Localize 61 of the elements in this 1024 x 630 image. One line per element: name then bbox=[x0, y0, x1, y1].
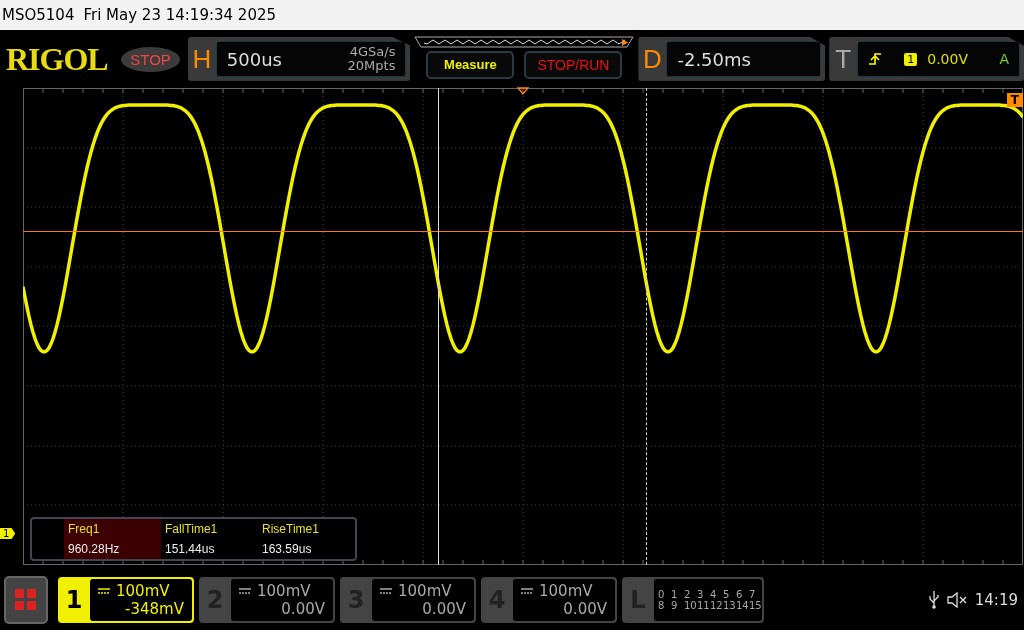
logic-bit: 4 bbox=[710, 589, 718, 600]
channel-number: 1 bbox=[64, 585, 84, 616]
channel-scale: 100mV bbox=[539, 582, 593, 600]
clock: 14:19 bbox=[974, 591, 1018, 609]
trigger-panel[interactable]: T 1 0.00V A bbox=[829, 37, 1024, 81]
stop-run-button[interactable]: STOP/RUN bbox=[524, 50, 623, 79]
logic-bit: 0 bbox=[658, 589, 666, 600]
logic-bit: 15 bbox=[749, 600, 762, 611]
trigger-source: 1 bbox=[904, 52, 918, 66]
logic-bit: 6 bbox=[736, 589, 744, 600]
dc-coupling-icon bbox=[239, 588, 251, 594]
grid-icon bbox=[15, 589, 37, 611]
trigger-position-icon bbox=[517, 87, 529, 95]
trigger-level: 0.00V bbox=[927, 51, 969, 67]
timebase-value: 500us bbox=[226, 48, 283, 70]
measurement-item[interactable]: Freq1 960.28Hz bbox=[64, 519, 161, 559]
measure-button[interactable]: Measure bbox=[426, 50, 515, 79]
trigger-level-marker: T bbox=[1006, 93, 1023, 107]
usb-icon bbox=[928, 591, 939, 609]
trigger-mode: A bbox=[999, 51, 1009, 67]
horizontal-panel[interactable]: H 500us 4GSa/s 20Mpts bbox=[187, 37, 411, 81]
channel-scale: 100mV bbox=[398, 582, 452, 600]
logic-bit: 9 bbox=[671, 600, 679, 611]
trigger-label: T bbox=[834, 43, 853, 75]
date-time: Fri May 23 14:19:34 2025 bbox=[83, 6, 277, 24]
measurement-item[interactable]: FallTime1 151.44us bbox=[161, 519, 258, 559]
logic-bit: 10 bbox=[684, 600, 697, 611]
channel-offset-marker: 1 bbox=[0, 528, 16, 539]
channel-offset: 0.00V bbox=[563, 600, 607, 618]
delay-panel[interactable]: D -2.50ms bbox=[638, 37, 826, 81]
dc-coupling-icon bbox=[380, 588, 392, 594]
logic-bit: 2 bbox=[684, 589, 692, 600]
logic-bit: 7 bbox=[749, 589, 757, 600]
dc-coupling-icon bbox=[521, 588, 533, 594]
logic-bit: 14 bbox=[736, 600, 749, 611]
channel-offset: 0.00V bbox=[422, 600, 466, 618]
memory-depth: 20Mpts bbox=[347, 59, 396, 73]
logic-bit: 1 bbox=[671, 589, 679, 600]
channel-offset: 0.00V bbox=[281, 600, 325, 618]
horizontal-label: H bbox=[191, 43, 213, 75]
dc-coupling-icon bbox=[98, 588, 110, 594]
model-name: MSO5104 bbox=[2, 6, 75, 24]
logic-bit: 11 bbox=[697, 600, 710, 611]
logic-bit: 13 bbox=[723, 600, 736, 611]
channel-scale: 100mV bbox=[257, 582, 311, 600]
logic-bit: 5 bbox=[723, 589, 731, 600]
menu-button[interactable] bbox=[4, 576, 48, 624]
logo: RIGOL bbox=[6, 40, 109, 78]
sample-rate: 4GSa/s bbox=[349, 45, 396, 59]
logic-bit: 12 bbox=[710, 600, 723, 611]
rising-edge-icon bbox=[868, 52, 883, 66]
logic-bit: 3 bbox=[697, 589, 705, 600]
logic-bit: 8 bbox=[658, 600, 666, 611]
channel-offset: -348mV bbox=[125, 600, 184, 618]
measurement-item[interactable]: RiseTime1 163.59us bbox=[258, 519, 355, 559]
run-state-badge: STOP bbox=[121, 46, 180, 72]
delay-label: D bbox=[642, 43, 663, 75]
channel-scale: 100mV bbox=[116, 582, 170, 600]
delay-value: -2.50ms bbox=[677, 48, 752, 70]
channel-panel[interactable]: 1 100mV -348mV bbox=[58, 577, 194, 623]
speaker-muted-icon bbox=[946, 592, 967, 608]
